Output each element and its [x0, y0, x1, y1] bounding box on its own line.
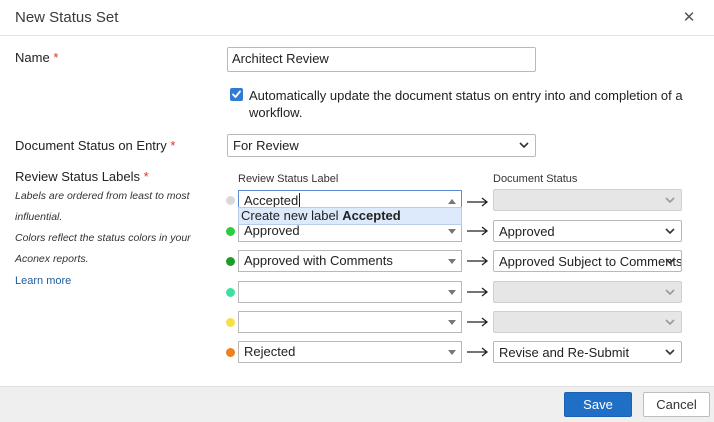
dialog-header: New Status Set ✕ — [0, 0, 714, 36]
doc-status-value: Revise and Re-Submit — [499, 345, 630, 360]
name-label: Name * — [15, 50, 58, 65]
close-icon[interactable]: ✕ — [682, 8, 696, 26]
entry-label-text: Document Status on Entry — [15, 138, 167, 153]
hint-ordering: Labels are ordered from least to most in… — [15, 190, 190, 223]
label-combobox-value: Approved with Comments — [244, 253, 393, 268]
arrow-right-icon — [467, 256, 489, 266]
suggestion-term: Accepted — [342, 208, 401, 223]
suggestion-prefix: Create new label — [241, 208, 339, 223]
auto-update-label: Automatically update the document status… — [249, 88, 683, 120]
caret-down-icon — [448, 320, 456, 325]
caret-down-icon — [448, 350, 456, 355]
required-mark: * — [170, 138, 176, 153]
status-color-dot[interactable] — [226, 318, 235, 327]
chevron-down-icon — [665, 258, 675, 265]
arrow-right-icon — [467, 226, 489, 236]
doc-status-select[interactable] — [493, 311, 682, 333]
text-cursor — [299, 193, 301, 207]
label-combobox-value: Rejected — [244, 344, 296, 359]
entry-status-value: For Review — [233, 138, 299, 153]
caret-up-icon — [448, 199, 456, 204]
col-header-doc: Document Status — [493, 173, 578, 185]
entry-status-select[interactable]: For Review — [227, 134, 536, 157]
doc-status-select[interactable]: Approved — [493, 220, 682, 242]
arrow-right-icon — [467, 287, 489, 297]
required-mark: * — [143, 169, 149, 184]
required-mark: * — [53, 50, 59, 65]
arrow-right-icon — [467, 347, 489, 357]
chevron-down-icon — [665, 228, 675, 235]
status-color-dot[interactable] — [226, 348, 235, 357]
arrow-right-icon — [467, 197, 489, 207]
chevron-down-icon — [665, 349, 675, 356]
chevron-down-icon — [519, 142, 529, 149]
status-color-dot[interactable] — [226, 227, 235, 236]
save-button[interactable]: Save — [564, 392, 632, 417]
cancel-button[interactable]: Cancel — [643, 392, 710, 417]
chevron-down-icon — [665, 289, 675, 296]
chevron-down-icon — [665, 319, 675, 326]
name-label-text: Name — [15, 50, 50, 65]
chevron-down-icon — [665, 197, 675, 204]
caret-down-icon — [448, 229, 456, 234]
label-combobox[interactable]: Approved with Comments — [238, 250, 462, 272]
doc-status-select[interactable] — [493, 189, 682, 211]
create-label-suggestion[interactable]: Create new label Accepted — [238, 207, 462, 225]
label-combobox-value: Approved — [244, 223, 300, 238]
caret-down-icon — [448, 259, 456, 264]
col-header-label: Review Status Label — [238, 173, 339, 185]
label-combobox[interactable] — [238, 281, 462, 303]
name-input[interactable]: Architect Review — [227, 47, 536, 72]
arrow-right-icon — [467, 317, 489, 327]
checkmark-icon — [232, 90, 241, 98]
label-combobox-value: Accepted — [244, 193, 299, 208]
entry-label: Document Status on Entry * — [15, 138, 175, 153]
learn-more-link[interactable]: Learn more — [15, 275, 71, 287]
doc-status-value: Approved — [499, 224, 555, 239]
auto-update-checkbox[interactable] — [230, 88, 243, 101]
labels-label: Review Status Labels * — [15, 169, 149, 184]
status-color-dot[interactable] — [226, 196, 235, 205]
doc-status-select[interactable]: Revise and Re-Submit — [493, 341, 682, 363]
dialog-title: New Status Set — [15, 9, 119, 26]
label-combobox[interactable]: Rejected — [238, 341, 462, 363]
doc-status-select[interactable] — [493, 281, 682, 303]
doc-status-value: Approved Subject to Comments — [499, 254, 682, 269]
hint-colors: Colors reflect the status colors in your… — [15, 232, 191, 265]
caret-down-icon — [448, 290, 456, 295]
doc-status-select[interactable]: Approved Subject to Comments — [493, 250, 682, 272]
labels-label-text: Review Status Labels — [15, 169, 141, 184]
status-color-dot[interactable] — [226, 257, 235, 266]
status-color-dot[interactable] — [226, 288, 235, 297]
label-combobox[interactable] — [238, 311, 462, 333]
